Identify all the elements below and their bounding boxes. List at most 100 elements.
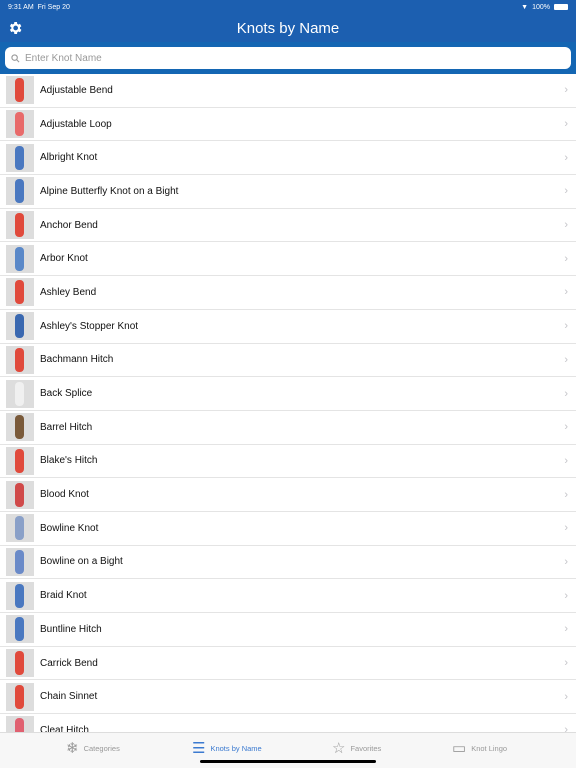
knot-thumbnail: [6, 76, 34, 105]
chevron-right-icon: ›: [564, 454, 568, 467]
chevron-right-icon: ›: [564, 151, 568, 164]
knot-name: Cleat Hitch: [40, 724, 89, 732]
knot-name: Adjustable Loop: [40, 118, 112, 130]
chevron-right-icon: ›: [564, 219, 568, 232]
chevron-right-icon: ›: [564, 320, 568, 333]
knot-thumbnail: [6, 514, 34, 543]
book-icon: ▭: [452, 740, 467, 757]
knot-name: Ashley Bend: [40, 286, 97, 298]
knot-name: Carrick Bend: [40, 657, 98, 669]
knot-name: Anchor Bend: [40, 219, 98, 231]
knot-thumbnail: [6, 446, 34, 475]
knot-thumbnail: [6, 143, 34, 172]
list-item[interactable]: Arbor Knot ›: [0, 242, 576, 277]
search-input[interactable]: [25, 52, 571, 64]
list-item[interactable]: Barrel Hitch ›: [0, 411, 576, 445]
search-field[interactable]: [5, 47, 571, 69]
knot-name: Adjustable Bend: [40, 84, 113, 96]
list-item[interactable]: Buntline Hitch ›: [0, 613, 576, 647]
star-icon: ☆: [332, 740, 346, 757]
list-item[interactable]: Ashley's Stopper Knot ›: [0, 310, 576, 344]
knot-name: Arbor Knot: [40, 253, 88, 265]
list-item[interactable]: Chain Sinnet ›: [0, 680, 576, 715]
chevron-right-icon: ›: [564, 724, 568, 732]
chevron-right-icon: ›: [564, 118, 568, 131]
knot-thumbnail: [6, 345, 34, 374]
tab-categories[interactable]: ❄ Categories: [66, 739, 120, 757]
chevron-right-icon: ›: [564, 690, 568, 703]
list-item[interactable]: Anchor Bend ›: [0, 209, 576, 243]
list-item[interactable]: Carrick Bend ›: [0, 647, 576, 681]
status-time: 9:31 AM: [8, 3, 34, 11]
knot-name: Alpine Butterfly Knot on a Bight: [40, 185, 179, 197]
chevron-right-icon: ›: [564, 555, 568, 568]
home-indicator: [200, 760, 376, 763]
knot-thumbnail: [6, 110, 34, 139]
knot-name: Chain Sinnet: [40, 691, 98, 703]
knot-list[interactable]: Adjustable Bend › Adjustable Loop › Albright…: [0, 74, 576, 732]
chevron-right-icon: ›: [564, 84, 568, 97]
chevron-right-icon: ›: [564, 488, 568, 501]
knot-thumbnail: [6, 480, 34, 509]
chevron-right-icon: ›: [564, 252, 568, 265]
search-icon: [11, 53, 20, 62]
knot-name: Bowline Knot: [40, 522, 99, 534]
tab-label: Knot Lingo: [471, 743, 508, 753]
gear-icon[interactable]: [7, 20, 23, 36]
knot-name: Blake's Hitch: [40, 455, 98, 467]
list-item[interactable]: Bowline on a Bight ›: [0, 546, 576, 580]
knot-thumbnail: [6, 682, 34, 711]
list-item[interactable]: Ashley Bend ›: [0, 276, 576, 310]
list-item[interactable]: Bowline Knot ›: [0, 512, 576, 546]
knot-thumbnail: [6, 413, 34, 442]
knot-thumbnail: [6, 547, 34, 576]
chevron-right-icon: ›: [564, 387, 568, 400]
list-item[interactable]: Back Splice ›: [0, 377, 576, 411]
knot-thumbnail: [6, 278, 34, 307]
chevron-right-icon: ›: [564, 421, 568, 434]
knot-icon: ❄: [66, 740, 79, 757]
knot-name: Back Splice: [40, 388, 93, 400]
status-bar: 9:31 AM Fri Sep 20 ▼ 100%: [0, 0, 576, 14]
search-bar: [0, 42, 576, 74]
tab-knots-by-name[interactable]: ☰ Knots by Name: [192, 739, 262, 757]
nav-bar: Knots by Name: [0, 14, 576, 42]
tab-knot-lingo[interactable]: ▭ Knot Lingo: [452, 739, 507, 757]
chevron-right-icon: ›: [564, 185, 568, 198]
knot-thumbnail: [6, 581, 34, 610]
chevron-right-icon: ›: [564, 286, 568, 299]
knot-thumbnail: [6, 379, 34, 408]
knot-thumbnail: [6, 716, 34, 732]
knot-name: Bowline on a Bight: [40, 556, 123, 568]
list-item[interactable]: Adjustable Loop ›: [0, 108, 576, 142]
chevron-right-icon: ›: [564, 589, 568, 602]
list-icon: ☰: [192, 740, 206, 757]
knot-thumbnail: [6, 177, 34, 206]
knot-thumbnail: [6, 312, 34, 341]
list-item[interactable]: Alpine Butterfly Knot on a Bight ›: [0, 175, 576, 209]
list-item[interactable]: Adjustable Bend ›: [0, 74, 576, 108]
list-item[interactable]: Blake's Hitch ›: [0, 445, 576, 479]
chevron-right-icon: ›: [564, 522, 568, 535]
wifi-icon: ▼: [521, 3, 529, 11]
list-item[interactable]: Cleat Hitch ›: [0, 714, 576, 732]
knot-name: Bachmann Hitch: [40, 354, 114, 366]
chevron-right-icon: ›: [564, 657, 568, 670]
battery-percent: 100%: [532, 3, 550, 11]
knot-name: Braid Knot: [40, 590, 87, 602]
knot-name: Albright Knot: [40, 152, 98, 164]
knot-name: Barrel Hitch: [40, 421, 93, 433]
knot-name: Ashley's Stopper Knot: [40, 320, 139, 332]
tab-favorites[interactable]: ☆ Favorites: [332, 739, 381, 757]
page-title: Knots by Name: [236, 19, 340, 37]
knot-thumbnail: [6, 649, 34, 678]
knot-thumbnail: [6, 615, 34, 644]
list-item[interactable]: Albright Knot ›: [0, 141, 576, 176]
knot-name: Buntline Hitch: [40, 623, 102, 635]
list-item[interactable]: Blood Knot ›: [0, 478, 576, 512]
tab-label: Favorites: [350, 743, 382, 753]
list-item[interactable]: Bachmann Hitch ›: [0, 344, 576, 378]
knot-thumbnail: [6, 244, 34, 273]
list-item[interactable]: Braid Knot ›: [0, 579, 576, 613]
tab-label: Categories: [83, 743, 120, 753]
